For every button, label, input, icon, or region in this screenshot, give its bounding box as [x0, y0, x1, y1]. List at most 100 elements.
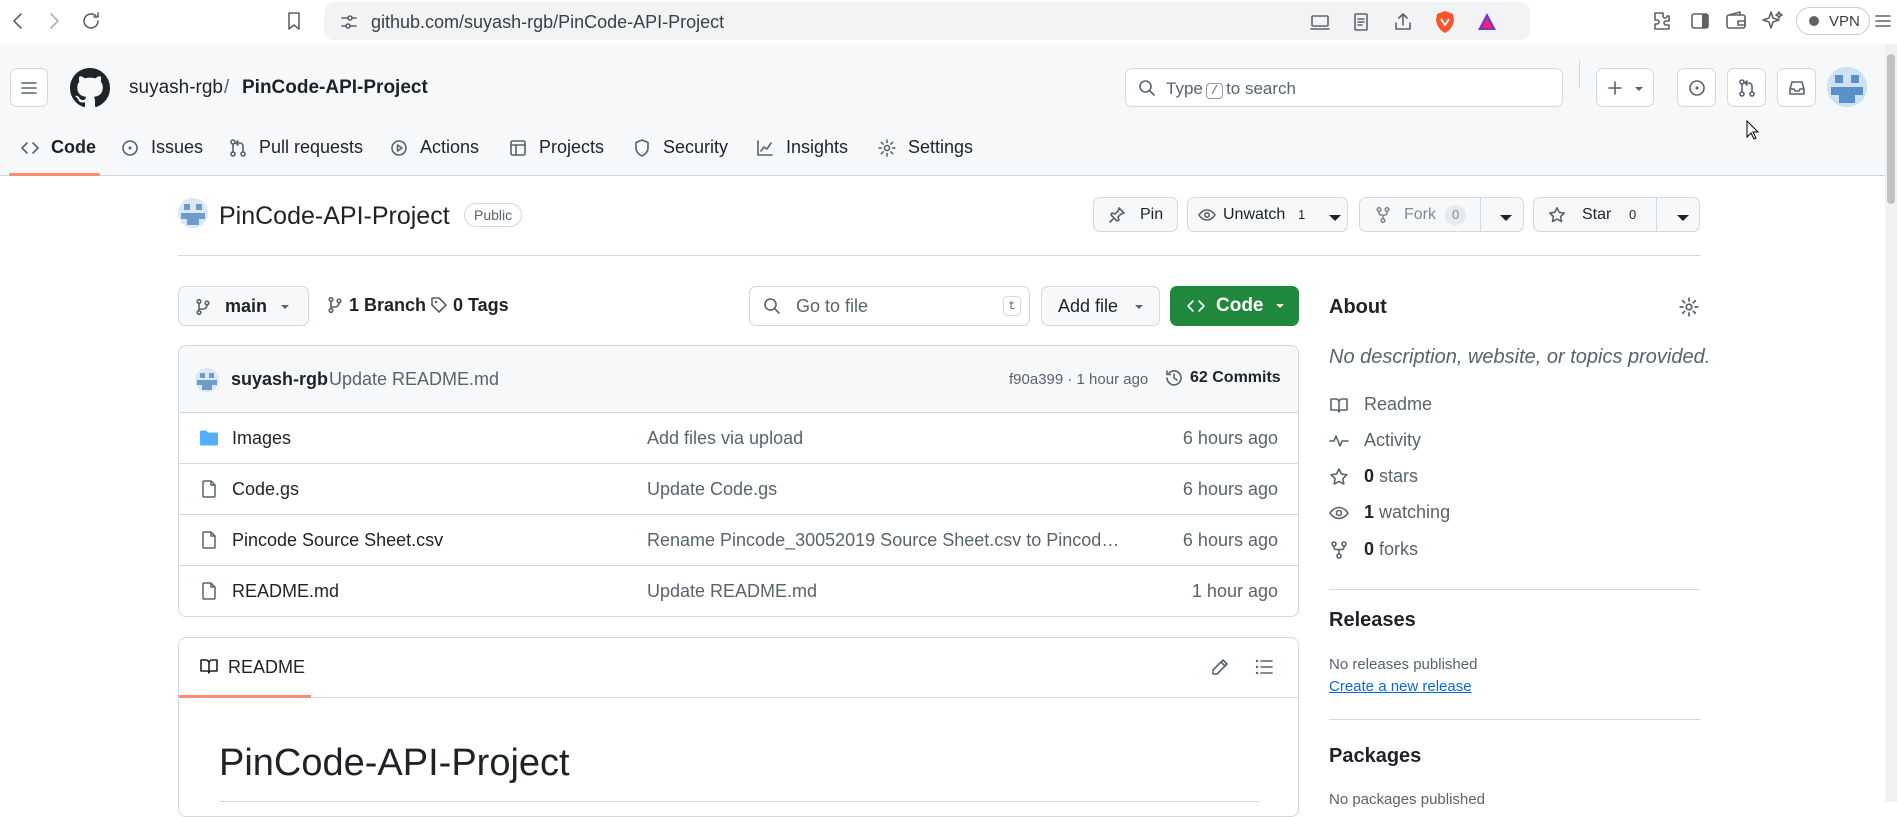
- commit-message[interactable]: Update README.md: [329, 369, 499, 390]
- bookmark-icon[interactable]: [282, 9, 306, 33]
- star-button[interactable]: Star 0: [1533, 197, 1700, 232]
- file-time: 1 hour ago: [1191, 581, 1278, 601]
- fork-button[interactable]: Fork 0: [1359, 197, 1524, 232]
- address-bar[interactable]: github.com/suyash-rgb/PinCode-API-Projec…: [324, 2, 1530, 40]
- no-packages-text: No packages published: [1329, 791, 1485, 808]
- code-icon: [21, 142, 39, 154]
- branch-name: main: [225, 296, 268, 316]
- file-name[interactable]: Pincode Source Sheet.csv: [232, 530, 443, 551]
- inbox-button[interactable]: [1777, 68, 1816, 107]
- file-commit-message[interactable]: Rename Pincode_30052019 Source Sheet.csv…: [647, 530, 1127, 551]
- github-logo-icon[interactable]: [70, 68, 110, 108]
- url-text: github.com/suyash-rgb/PinCode-API-Projec…: [371, 12, 725, 32]
- site-settings-icon[interactable]: [339, 12, 359, 32]
- go-to-file-input[interactable]: Go to file t: [749, 286, 1030, 326]
- outline-button[interactable]: [1253, 656, 1275, 678]
- file-name[interactable]: Images: [232, 428, 291, 449]
- unwatch-button[interactable]: Unwatch 1: [1187, 197, 1348, 232]
- tags-count: 0 Tags: [453, 295, 509, 315]
- packages-heading[interactable]: Packages: [1329, 745, 1421, 768]
- eye-icon: [1329, 506, 1349, 520]
- pulse-icon: [1329, 435, 1349, 447]
- about-settings-button[interactable]: [1678, 296, 1700, 318]
- book-icon: [1330, 398, 1348, 413]
- file-commit-message[interactable]: Update Code.gs: [647, 479, 1127, 500]
- search-input[interactable]: Type / to search: [1125, 68, 1563, 107]
- wallet-icon[interactable]: [1724, 9, 1748, 33]
- file-commit-message[interactable]: Update README.md: [647, 581, 1127, 602]
- add-file-button[interactable]: Add file: [1041, 286, 1160, 326]
- browser-menu-icon[interactable]: [1871, 9, 1895, 33]
- commit-author[interactable]: suyash-rgb: [231, 369, 328, 390]
- install-app-icon[interactable]: [1309, 11, 1331, 33]
- tab-actions[interactable]: Actions: [389, 136, 479, 166]
- vpn-label: VPN: [1829, 13, 1860, 30]
- forward-icon[interactable]: [42, 9, 66, 33]
- tab-security[interactable]: Security: [632, 136, 729, 166]
- forks-count: 0: [1364, 539, 1375, 559]
- user-avatar[interactable]: [1827, 67, 1867, 107]
- about-description: No description, website, or topics provi…: [1329, 346, 1711, 368]
- pin-button[interactable]: Pin: [1093, 197, 1178, 232]
- repo-title[interactable]: PinCode-API-Project: [219, 202, 450, 231]
- code-dropdown-button[interactable]: Code: [1170, 286, 1299, 326]
- back-icon[interactable]: [6, 9, 30, 33]
- tab-security-label: Security: [663, 137, 729, 157]
- branch-select[interactable]: main: [178, 286, 309, 326]
- breadcrumb-repo[interactable]: PinCode-API-Project: [242, 77, 428, 99]
- leo-ai-icon[interactable]: [1761, 9, 1785, 33]
- caret-down-icon: [1135, 305, 1143, 309]
- vpn-button[interactable]: VPN: [1796, 7, 1870, 35]
- breadcrumb-owner[interactable]: suyash-rgb: [129, 77, 223, 99]
- file-name[interactable]: Code.gs: [232, 479, 299, 500]
- caret-down-icon: [1635, 87, 1643, 91]
- search-icon: [1139, 80, 1155, 96]
- scrollbar-thumb[interactable]: [1887, 54, 1895, 204]
- tab-issues[interactable]: Issues: [120, 136, 203, 166]
- tab-insights[interactable]: Insights: [755, 136, 850, 166]
- create-new-button[interactable]: [1596, 68, 1654, 107]
- reader-mode-icon[interactable]: [1350, 11, 1372, 33]
- caret-down-icon: [1500, 215, 1512, 221]
- pull-request-icon: [1739, 79, 1755, 97]
- tab-pull-requests[interactable]: Pull requests: [228, 136, 363, 166]
- button-divider: [1656, 198, 1657, 231]
- create-release-link[interactable]: Create a new release: [1329, 678, 1472, 695]
- releases-heading[interactable]: Releases: [1329, 609, 1416, 632]
- active-tab-indicator: [9, 173, 100, 176]
- code-icon: [1187, 300, 1205, 312]
- file-commit-message[interactable]: Add files via upload: [647, 428, 1127, 449]
- commit-author-avatar[interactable]: [195, 368, 219, 392]
- page-scrollbar[interactable]: [1885, 44, 1897, 802]
- go-to-file-shortcut: t: [1003, 296, 1021, 316]
- sidebar-divider: [1329, 719, 1700, 720]
- file-row[interactable]: Pincode Source Sheet.csv Rename Pincode_…: [179, 515, 1298, 566]
- share-icon[interactable]: [1392, 11, 1414, 33]
- file-row[interactable]: Code.gs Update Code.gs 6 hours ago: [179, 464, 1298, 515]
- gear-icon: [878, 139, 896, 157]
- button-divider: [1480, 198, 1481, 231]
- edit-readme-button[interactable]: [1209, 656, 1231, 678]
- file-row[interactable]: README.md Update README.md 1 hour ago: [179, 566, 1298, 616]
- reload-icon[interactable]: [79, 9, 103, 33]
- nav-menu-button[interactable]: [10, 68, 48, 107]
- stars-count: 0: [1364, 466, 1375, 486]
- extensions-icon[interactable]: [1650, 9, 1674, 33]
- brave-shield-icon[interactable]: [1434, 10, 1456, 34]
- file-icon: [202, 582, 216, 600]
- unwatch-label: Unwatch: [1223, 206, 1286, 223]
- issues-button[interactable]: [1677, 68, 1716, 107]
- tab-projects[interactable]: Projects: [508, 136, 604, 166]
- sidebar-toggle-icon[interactable]: [1688, 9, 1712, 33]
- plus-icon: [1608, 81, 1622, 95]
- rewards-icon[interactable]: [1476, 11, 1498, 33]
- tab-code[interactable]: Code: [20, 136, 100, 166]
- file-row[interactable]: Images Add files via upload 6 hours ago: [179, 413, 1298, 464]
- pull-requests-button[interactable]: [1727, 68, 1766, 107]
- commit-hash-time[interactable]: f90a399 · 1 hour ago: [1009, 371, 1148, 388]
- file-name[interactable]: README.md: [232, 581, 339, 602]
- tab-settings[interactable]: Settings: [877, 136, 977, 166]
- tab-insights-label: Insights: [786, 137, 849, 157]
- add-file-label: Add file: [1058, 296, 1119, 316]
- caret-down-icon: [1677, 215, 1689, 221]
